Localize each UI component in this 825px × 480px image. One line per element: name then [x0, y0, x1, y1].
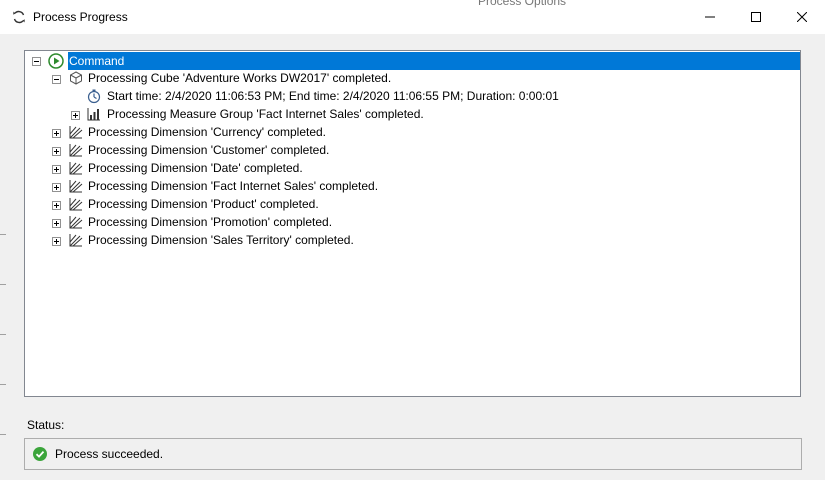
dimension-icon: [68, 160, 84, 176]
play-icon: [48, 53, 64, 69]
stopwatch-icon: [86, 88, 102, 104]
tree-node-label: Start time: 2/4/2020 11:06:53 PM; End ti…: [107, 89, 559, 103]
window-title: Process Progress: [33, 10, 128, 24]
divider: [0, 434, 6, 435]
title-bar[interactable]: Process Progress Process Options: [0, 0, 825, 34]
tree-node-label: Processing Dimension 'Date' completed.: [88, 161, 303, 175]
maximize-icon: [751, 12, 761, 22]
dimension-icon: [68, 196, 84, 212]
dimension-icon: [68, 124, 84, 140]
dimension-icon: [68, 178, 84, 194]
status-box: Process succeeded.: [24, 438, 802, 470]
tree-node-label: Processing Cube 'Adventure Works DW2017'…: [88, 71, 392, 85]
tree-node-label: Processing Dimension 'Sales Territory' c…: [88, 233, 354, 247]
progress-tree[interactable]: Command Processing Cube 'Adventure Works…: [24, 50, 801, 397]
maximize-button[interactable]: [733, 0, 779, 34]
status-label: Status:: [27, 418, 65, 432]
background-window-edge: [0, 34, 6, 480]
cube-icon: [68, 70, 84, 86]
expand-toggle[interactable]: [52, 237, 61, 246]
tree-node-label: Processing Dimension 'Currency' complete…: [88, 125, 327, 139]
divider: [0, 234, 6, 235]
tree-node-label: Processing Dimension 'Customer' complete…: [88, 143, 330, 157]
expand-toggle[interactable]: [52, 201, 61, 210]
tree-node-label: Processing Dimension 'Fact Internet Sale…: [88, 179, 379, 193]
tree-node-command[interactable]: Command: [68, 52, 800, 70]
expand-toggle[interactable]: [71, 111, 80, 120]
background-window-label: Process Options: [478, 0, 567, 8]
divider: [0, 334, 6, 335]
tree-node-label: Command: [69, 54, 125, 68]
divider: [0, 384, 6, 385]
tree-node-label: Processing Measure Group 'Fact Internet …: [107, 107, 424, 121]
status-text: Process succeeded.: [55, 447, 164, 461]
minimize-button[interactable]: [687, 0, 733, 34]
expand-toggle[interactable]: [52, 165, 61, 174]
dimension-icon: [68, 214, 84, 230]
tree-node-label: Processing Dimension 'Promotion' complet…: [88, 215, 333, 229]
expand-toggle[interactable]: [52, 183, 61, 192]
collapse-toggle[interactable]: [32, 57, 41, 66]
bar-chart-icon: [86, 106, 102, 122]
divider: [0, 284, 6, 285]
tree-node-label: Processing Dimension 'Product' completed…: [88, 197, 319, 211]
check-circle-icon: [33, 447, 47, 461]
dimension-icon: [68, 232, 84, 248]
minimize-icon: [705, 12, 715, 22]
expand-toggle[interactable]: [52, 129, 61, 138]
expand-toggle[interactable]: [52, 147, 61, 156]
dimension-icon: [68, 142, 84, 158]
expand-toggle[interactable]: [52, 219, 61, 228]
refresh-icon: [12, 10, 26, 24]
close-icon: [797, 12, 807, 22]
collapse-toggle[interactable]: [52, 75, 61, 84]
close-button[interactable]: [779, 0, 825, 34]
